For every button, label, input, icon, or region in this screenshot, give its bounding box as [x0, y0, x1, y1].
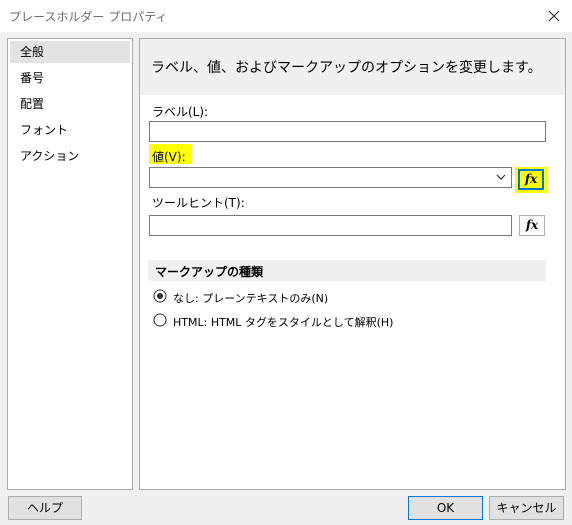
category-list: 全般 番号 配置 フォント アクション	[7, 38, 133, 490]
label-field-label: ラベル(L):	[152, 105, 209, 119]
nav-item-font[interactable]: フォント	[10, 119, 130, 141]
general-panel: ラベル、値、およびマークアップのオプションを変更します。 ラベル(L): 値(V…	[139, 38, 566, 490]
value-fx-highlight: fx	[515, 167, 547, 193]
value-field-label: 値(V):	[152, 150, 186, 164]
ok-button[interactable]: OK	[408, 496, 483, 520]
radio-html[interactable]	[153, 313, 167, 327]
value-expression-button[interactable]: fx	[518, 169, 544, 190]
nav-item-alignment[interactable]: 配置	[10, 93, 130, 115]
nav-item-number[interactable]: 番号	[10, 67, 130, 89]
markup-type-heading: マークアップの種類	[155, 265, 264, 279]
window-title: プレースホルダー プロパティ	[9, 10, 168, 24]
close-icon[interactable]	[544, 6, 564, 26]
chevron-down-icon[interactable]	[495, 171, 507, 183]
cancel-button[interactable]: キャンセル	[489, 496, 564, 520]
radio-html-label[interactable]: HTML: HTML タグをスタイルとして解釈(H)	[173, 314, 393, 330]
panel-description: ラベル、値、およびマークアップのオプションを変更します。	[151, 60, 542, 76]
value-combobox[interactable]	[149, 167, 512, 188]
markup-type-section: マークアップの種類	[148, 260, 546, 281]
help-button[interactable]: ヘルプ	[8, 496, 82, 520]
nav-item-action[interactable]: アクション	[10, 145, 130, 167]
tooltip-field-label: ツールヒント(T):	[152, 196, 245, 210]
label-input[interactable]	[149, 121, 546, 142]
tooltip-input[interactable]	[149, 215, 512, 236]
title-bar: プレースホルダー プロパティ	[0, 0, 572, 32]
nav-item-general[interactable]: 全般	[10, 41, 130, 63]
radio-plain-text[interactable]	[153, 289, 167, 303]
radio-plain-text-label[interactable]: なし: プレーンテキストのみ(N)	[173, 290, 328, 306]
panel-header: ラベル、値、およびマークアップのオプションを変更します。	[140, 39, 565, 95]
tooltip-expression-button[interactable]: fx	[519, 215, 545, 236]
